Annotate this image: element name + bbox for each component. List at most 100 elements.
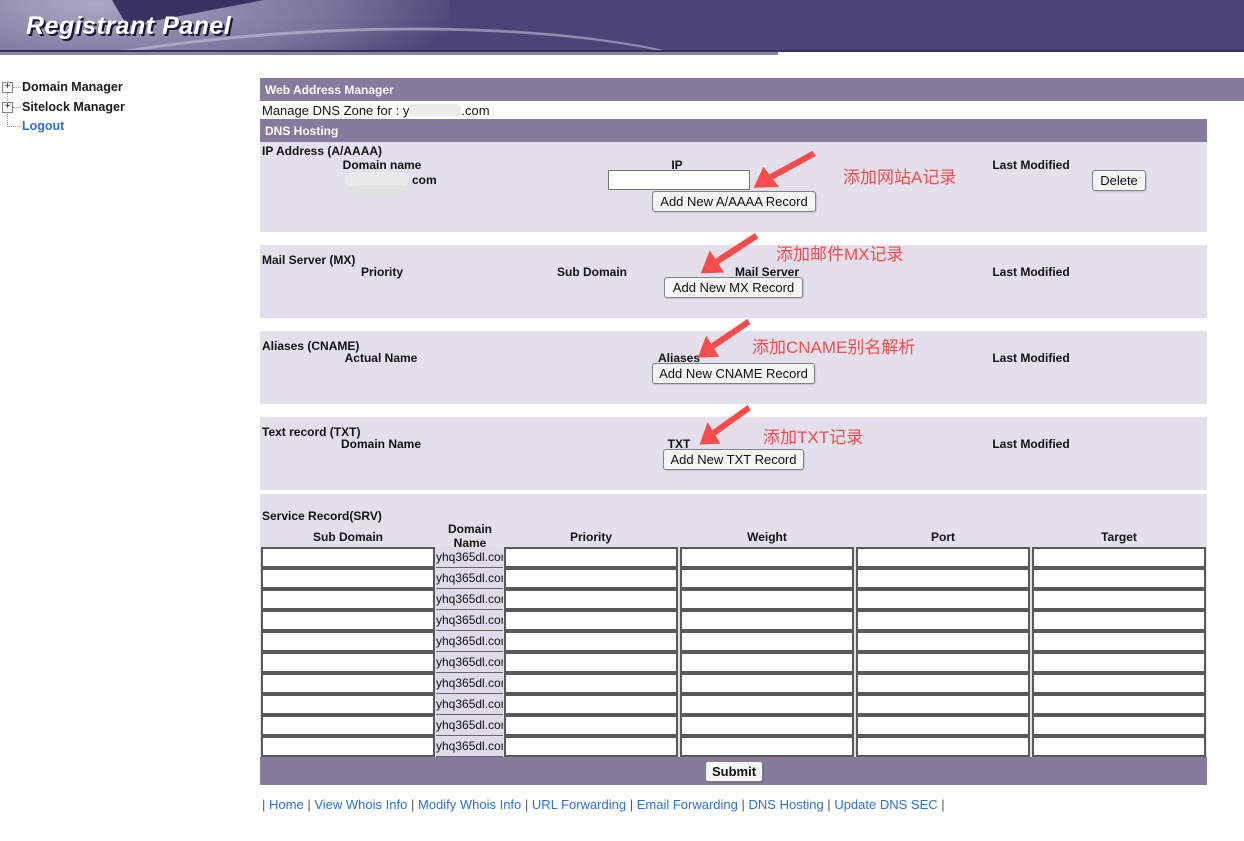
srv-port-input[interactable] — [856, 610, 1030, 631]
add-cname-record-button[interactable]: Add New CNAME Record — [652, 363, 815, 384]
srv-table-row: yhq365dl.com — [260, 631, 1207, 652]
srv-port-input[interactable] — [856, 694, 1030, 715]
srv-sub-domain-input[interactable] — [261, 694, 435, 715]
expand-plus-icon[interactable]: + — [2, 102, 13, 113]
add-txt-record-button[interactable]: Add New TXT Record — [663, 449, 804, 470]
a-record-section-title: IP Address (A/AAAA) — [262, 144, 382, 158]
srv-target-input[interactable] — [1032, 568, 1206, 589]
header-banner: Registrant Panel — [0, 0, 1244, 52]
srv-port-input[interactable] — [856, 673, 1030, 694]
srv-target-input[interactable] — [1032, 694, 1206, 715]
port-column-header: Port — [863, 530, 1023, 544]
srv-sub-domain-input[interactable] — [261, 715, 435, 736]
srv-section-title: Service Record(SRV) — [262, 509, 382, 523]
domain-name-column-header: Domain name — [312, 158, 452, 172]
srv-weight-input[interactable] — [680, 715, 854, 736]
srv-sub-domain-input[interactable] — [261, 631, 435, 652]
srv-table-row: yhq365dl.com — [260, 652, 1207, 673]
srv-weight-input[interactable] — [680, 589, 854, 610]
footer-link[interactable]: URL Forwarding — [532, 797, 626, 812]
srv-sub-domain-input[interactable] — [261, 610, 435, 631]
srv-weight-input[interactable] — [680, 547, 854, 568]
sidebar-item-logout[interactable]: Logout — [22, 119, 64, 133]
srv-priority-input[interactable] — [504, 673, 678, 694]
srv-port-input[interactable] — [856, 568, 1030, 589]
target-column-header: Target — [1039, 530, 1199, 544]
srv-priority-input[interactable] — [504, 631, 678, 652]
sidebar-item-sitelock-manager[interactable]: Sitelock Manager — [22, 100, 125, 114]
srv-priority-input[interactable] — [504, 736, 678, 757]
tree-connector-line — [13, 87, 21, 88]
srv-target-input[interactable] — [1032, 631, 1206, 652]
srv-priority-input[interactable] — [504, 568, 678, 589]
footer-link[interactable]: Email Forwarding — [637, 797, 738, 812]
srv-port-input[interactable] — [856, 715, 1030, 736]
srv-target-input[interactable] — [1032, 589, 1206, 610]
srv-table-row: yhq365dl.com — [260, 715, 1207, 736]
srv-sub-domain-input[interactable] — [261, 568, 435, 589]
ip-input[interactable] — [608, 170, 750, 190]
footer-link[interactable]: Update DNS SEC — [834, 797, 937, 812]
srv-weight-input[interactable] — [680, 610, 854, 631]
srv-port-input[interactable] — [856, 547, 1030, 568]
header-shadow-strip — [0, 52, 778, 55]
srv-target-input[interactable] — [1032, 736, 1206, 757]
annotation-add-txt-record: 添加TXT记录 — [763, 423, 863, 448]
annotation-add-a-record: 添加网站A记录 — [843, 163, 956, 188]
sub-domain-column-header: Sub Domain — [268, 530, 428, 544]
last-modified-column-header: Last Modified — [951, 351, 1111, 365]
submit-button[interactable]: Submit — [705, 761, 763, 782]
srv-sub-domain-input[interactable] — [261, 736, 435, 757]
srv-port-input[interactable] — [856, 631, 1030, 652]
srv-target-input[interactable] — [1032, 652, 1206, 673]
srv-weight-input[interactable] — [680, 694, 854, 715]
srv-target-input[interactable] — [1032, 610, 1206, 631]
footer-link[interactable]: Home — [269, 797, 304, 812]
srv-priority-input[interactable] — [504, 715, 678, 736]
srv-table-row: yhq365dl.com — [260, 673, 1207, 694]
footer-link[interactable]: DNS Hosting — [749, 797, 824, 812]
web-address-manager-bar: Web Address Manager — [260, 78, 1244, 101]
manage-zone-suffix: .com — [461, 103, 489, 118]
srv-target-input[interactable] — [1032, 673, 1206, 694]
srv-priority-input[interactable] — [504, 547, 678, 568]
domain-name-column-header: Domain Name — [311, 437, 451, 451]
add-mx-record-button[interactable]: Add New MX Record — [664, 277, 803, 298]
srv-port-input[interactable] — [856, 736, 1030, 757]
footer-link[interactable]: View Whois Info — [314, 797, 407, 812]
red-arrow-icon — [742, 150, 820, 192]
srv-port-input[interactable] — [856, 652, 1030, 673]
footer-link[interactable]: Modify Whois Info — [418, 797, 521, 812]
srv-weight-input[interactable] — [680, 652, 854, 673]
page-title: Registrant Panel — [26, 12, 231, 41]
add-a-record-button[interactable]: Add New A/AAAA Record — [652, 191, 816, 212]
srv-priority-input[interactable] — [504, 694, 678, 715]
srv-sub-domain-input[interactable] — [261, 652, 435, 673]
srv-sub-domain-input[interactable] — [261, 589, 435, 610]
srv-port-input[interactable] — [856, 589, 1030, 610]
srv-sub-domain-input[interactable] — [261, 547, 435, 568]
srv-weight-input[interactable] — [680, 736, 854, 757]
srv-target-input[interactable] — [1032, 547, 1206, 568]
expand-plus-icon[interactable]: + — [2, 82, 13, 93]
srv-sub-domain-input[interactable] — [261, 673, 435, 694]
red-arrow-icon — [690, 404, 754, 449]
srv-section: Service Record(SRV) Sub Domain Domain Na… — [260, 494, 1207, 757]
srv-weight-input[interactable] — [680, 568, 854, 589]
srv-priority-input[interactable] — [504, 610, 678, 631]
srv-priority-input[interactable] — [504, 652, 678, 673]
srv-weight-input[interactable] — [680, 631, 854, 652]
srv-domain-name-cell: yhq365dl.com — [436, 673, 503, 694]
actual-name-column-header: Actual Name — [311, 351, 451, 365]
sidebar-item-domain-manager[interactable]: Domain Manager — [22, 80, 123, 94]
srv-priority-input[interactable] — [504, 589, 678, 610]
srv-weight-input[interactable] — [680, 673, 854, 694]
submit-bar: Submit — [260, 757, 1207, 785]
footer-links: Home | View Whois Info | Modify Whois In… — [265, 797, 944, 812]
weight-column-header: Weight — [687, 530, 847, 544]
delete-button[interactable]: Delete — [1092, 170, 1146, 191]
last-modified-column-header: Last Modified — [951, 437, 1111, 451]
srv-target-input[interactable] — [1032, 715, 1206, 736]
priority-column-header: Priority — [312, 265, 452, 279]
red-arrow-icon — [690, 232, 762, 278]
